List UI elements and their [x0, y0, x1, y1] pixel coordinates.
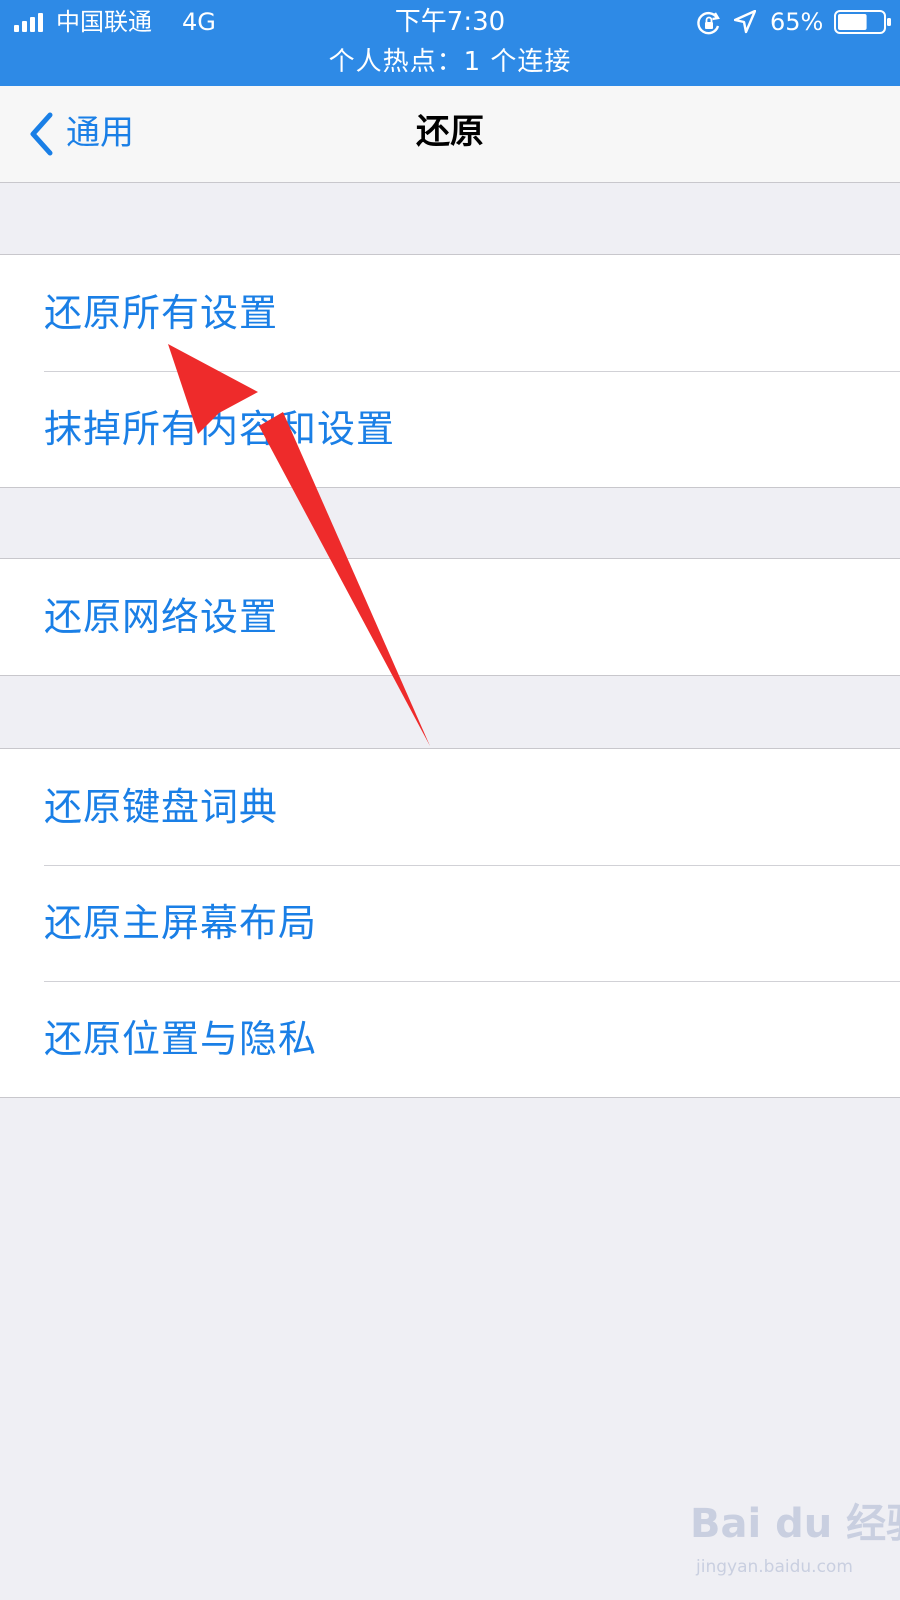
- reset-all-settings-cell[interactable]: 还原所有设置: [0, 255, 900, 371]
- location-icon: [734, 10, 756, 34]
- hotspot-banner[interactable]: 个人热点：1 个连接: [0, 46, 900, 78]
- watermark-url: jingyan.baidu.com: [696, 1557, 853, 1577]
- clock: 下午7:30: [394, 7, 506, 37]
- cell-label: 还原网络设置: [44, 595, 279, 639]
- reset-group-3: 还原键盘词典 还原主屏幕布局 还原位置与隐私: [0, 748, 900, 1098]
- page-title: 还原: [416, 112, 484, 152]
- status-bar: 中国联通 4G 下午7:30 65% 个人热点：1 个连接: [0, 0, 900, 86]
- cell-label: 还原主屏幕布局: [44, 901, 318, 945]
- reset-network-settings-cell[interactable]: 还原网络设置: [0, 559, 900, 675]
- cell-label: 抹掉所有内容和设置: [44, 407, 396, 451]
- battery-level: [838, 14, 867, 30]
- reset-keyboard-dictionary-cell[interactable]: 还原键盘词典: [0, 749, 900, 865]
- reset-group-1: 还原所有设置 抹掉所有内容和设置: [0, 254, 900, 488]
- cell-label: 还原所有设置: [44, 291, 279, 335]
- reset-location-privacy-cell[interactable]: 还原位置与隐私: [0, 981, 900, 1097]
- cell-label: 还原键盘词典: [44, 785, 279, 829]
- cell-label: 还原位置与隐私: [44, 1017, 318, 1061]
- reset-home-screen-layout-cell[interactable]: 还原主屏幕布局: [0, 865, 900, 981]
- erase-all-content-cell[interactable]: 抹掉所有内容和设置: [0, 371, 900, 487]
- reset-group-2: 还原网络设置: [0, 558, 900, 676]
- baidu-watermark: Bai du 经验 jingyan.baidu.com: [690, 1500, 900, 1590]
- battery-icon: [834, 10, 891, 34]
- rotation-lock-icon: [697, 11, 720, 35]
- battery-percent: 65%: [770, 8, 824, 36]
- navigation-bar: 通用 还原: [0, 86, 900, 183]
- status-row: 中国联通 4G 下午7:30 65%: [0, 0, 900, 44]
- watermark-brand: Bai du 经验: [690, 1501, 900, 1547]
